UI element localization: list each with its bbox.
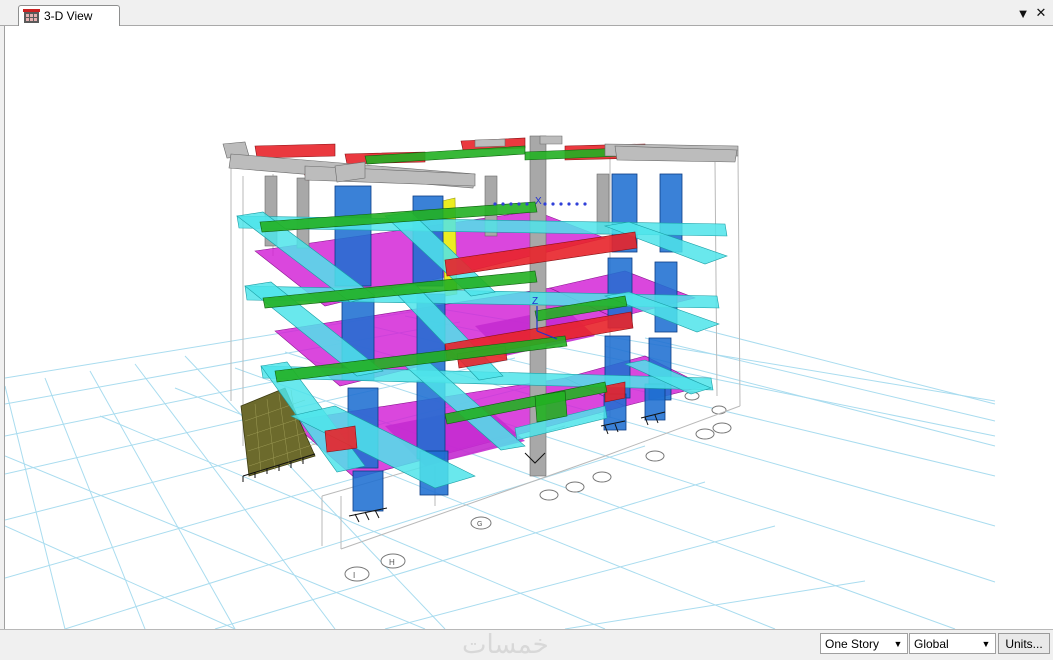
grid-bubble-label: H (389, 558, 395, 567)
axis-z-label: Z (532, 296, 538, 307)
units-button[interactable]: Units... (998, 633, 1050, 654)
coordinate-system-select[interactable]: Global ▼ (909, 633, 996, 654)
grid-bubble-label: I (353, 571, 355, 580)
story-select-value: One Story (825, 636, 880, 651)
axis-x-label: X (535, 196, 542, 207)
3d-view-icon (23, 8, 40, 23)
chevron-down-icon: ▼ (893, 638, 903, 649)
tab-3d-view[interactable]: 3-D View (18, 5, 120, 26)
tab-3d-view-label: 3-D View (44, 9, 93, 23)
story-select[interactable]: One Story ▼ (820, 633, 908, 654)
view-tab-strip: 3-D View ▼ ✕ (0, 0, 1053, 26)
coordinate-system-value: Global (914, 636, 949, 651)
3d-model-viewport[interactable]: I H G Z X (4, 26, 1053, 629)
structural-model-drawing: I H G Z X (5, 135, 996, 629)
grid-bubble-label: G (477, 521, 482, 528)
watermark-logo: خمسات (462, 630, 549, 660)
close-icon[interactable]: ✕ (1034, 5, 1048, 20)
chevron-down-icon: ▼ (981, 638, 991, 649)
window-menu-dropdown-icon[interactable]: ▼ (1016, 6, 1030, 21)
status-bar: خمسات One Story ▼ Global ▼ Units... (0, 629, 1053, 660)
